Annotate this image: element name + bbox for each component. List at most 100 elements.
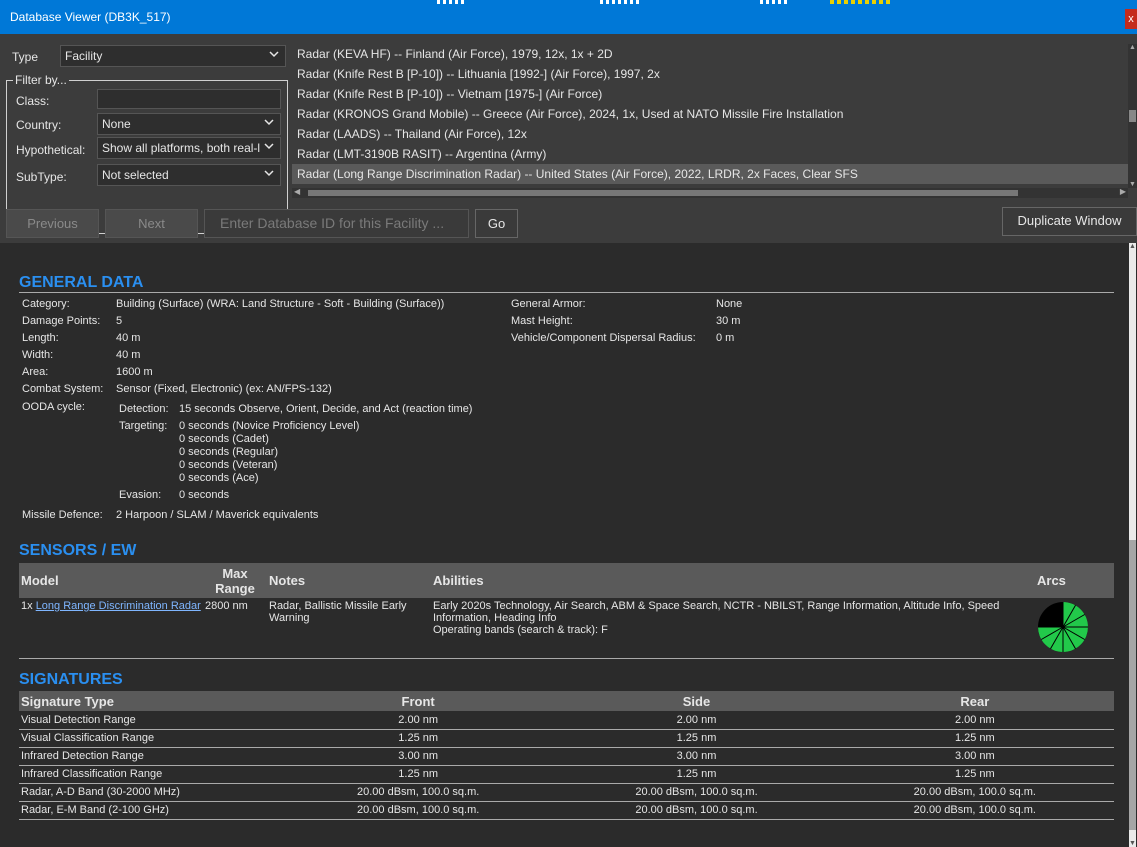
list-vertical-scrollbar[interactable]: ▲ ▼ (1128, 44, 1137, 188)
scrollbar-thumb[interactable] (1129, 110, 1136, 122)
sensors-header-range: Max Range (203, 563, 267, 598)
sensor-model-link[interactable]: Long Range Discrimination Radar (36, 600, 201, 612)
scroll-up-icon[interactable]: ▲ (1128, 243, 1137, 250)
sig-type: Visual Detection Range (19, 711, 279, 730)
previous-button[interactable]: Previous (6, 209, 99, 238)
subtype-label: SubType: (16, 170, 67, 184)
table-row: Visual Classification Range 1.25 nm 1.25… (19, 729, 1114, 748)
sig-rear: 1.25 nm (835, 729, 1114, 748)
sig-header-side: Side (557, 691, 836, 711)
sig-side: 1.25 nm (557, 765, 836, 784)
class-input[interactable] (97, 89, 281, 109)
sensors-header-arcs: Arcs (1035, 563, 1114, 598)
sig-front: 3.00 nm (279, 747, 558, 766)
sig-side: 20.00 dBsm, 100.0 sq.m. (557, 801, 836, 820)
armor-value: None (716, 298, 743, 310)
country-dropdown[interactable]: None (97, 113, 281, 135)
subtype-dropdown[interactable]: Not selected (97, 164, 281, 186)
background-art (437, 0, 467, 4)
signatures-table: Signature Type Front Side Rear Visual De… (19, 691, 1114, 820)
sig-type: Infrared Classification Range (19, 765, 279, 784)
type-value: Facility (65, 49, 103, 63)
list-horizontal-scrollbar[interactable]: ◀ ▶ (292, 187, 1128, 198)
list-item[interactable]: Radar (LMT-3190B RASIT) -- Argentina (Ar… (292, 144, 1128, 164)
sig-rear: 1.25 nm (835, 765, 1114, 784)
table-row: Infrared Detection Range 3.00 nm 3.00 nm… (19, 747, 1114, 766)
table-row: Radar, E-M Band (2-100 GHz) 20.00 dBsm, … (19, 801, 1114, 820)
chevron-down-icon (264, 119, 274, 126)
type-dropdown[interactable]: Facility (60, 45, 286, 67)
duplicate-window-button[interactable]: Duplicate Window (1002, 207, 1137, 236)
sensors-header-notes: Notes (267, 563, 431, 598)
table-row: Infrared Classification Range 1.25 nm 1.… (19, 765, 1114, 784)
evasion-label: Evasion: (119, 489, 162, 501)
sig-rear: 20.00 dBsm, 100.0 sq.m. (835, 801, 1114, 820)
scroll-down-icon[interactable]: ▼ (1128, 840, 1137, 847)
go-button[interactable]: Go (475, 209, 518, 238)
width-label: Width: (22, 349, 54, 361)
scrollbar-thumb[interactable] (308, 190, 1018, 196)
list-item[interactable]: Radar (KEVA HF) -- Finland (Air Force), … (292, 44, 1128, 64)
scrollbar-thumb[interactable] (1129, 540, 1136, 830)
country-label: Country: (16, 118, 62, 132)
list-item[interactable]: Radar (LAADS) -- Thailand (Air Force), 1… (292, 124, 1128, 144)
length-label: Length: (22, 332, 59, 344)
width-value: 40 m (116, 349, 141, 361)
sensors-heading: SENSORS / EW (19, 542, 137, 559)
hypothetical-value: Show all platforms, both real-l (102, 141, 261, 155)
dispersal-value: 0 m (716, 332, 735, 344)
targeting-value: 0 seconds (Ace) (179, 472, 259, 484)
armor-label: General Armor: (511, 298, 586, 310)
targeting-label: Targeting: (119, 420, 168, 432)
sig-type: Radar, A-D Band (30-2000 MHz) (19, 783, 279, 802)
list-item-selected[interactable]: Radar (Long Range Discrimination Radar) … (292, 164, 1128, 184)
window-title: Database Viewer (DB3K_517) (10, 10, 171, 24)
table-row: Radar, A-D Band (30-2000 MHz) 20.00 dBsm… (19, 783, 1114, 802)
missile-defence-label: Missile Defence: (22, 509, 103, 521)
filter-legend: Filter by... (13, 73, 69, 87)
sig-side: 2.00 nm (557, 711, 836, 730)
sig-side: 1.25 nm (557, 729, 836, 748)
chevron-down-icon (264, 170, 274, 177)
sensor-range: 2800 nm (203, 598, 267, 659)
hypothetical-dropdown[interactable]: Show all platforms, both real-l (97, 137, 281, 159)
close-button[interactable]: x (1125, 9, 1137, 29)
details-panel: GENERAL DATA Category: Building (Surface… (0, 243, 1128, 847)
sig-header-rear: Rear (835, 691, 1114, 711)
background-art (830, 0, 890, 4)
scroll-right-icon[interactable]: ▶ (1120, 187, 1126, 196)
targeting-value: 0 seconds (Regular) (179, 446, 279, 458)
sig-rear: 3.00 nm (835, 747, 1114, 766)
database-id-input[interactable]: Enter Database ID for this Facility ... (204, 209, 469, 238)
sig-front: 20.00 dBsm, 100.0 sq.m. (279, 801, 558, 820)
list-item[interactable]: Radar (KRONOS Grand Mobile) -- Greece (A… (292, 104, 1128, 124)
class-label: Class: (16, 94, 50, 108)
sensor-notes: Radar, Ballistic Missile Early Warning (267, 598, 431, 659)
combat-system-value: Sensor (Fixed, Electronic) (ex: AN/FPS-1… (116, 383, 332, 395)
sensors-header-model: Model (19, 563, 203, 598)
targeting-value: 0 seconds (Cadet) (179, 433, 269, 445)
list-item[interactable]: Radar (Knife Rest B [P-10]) -- Lithuania… (292, 64, 1128, 84)
scroll-left-icon[interactable]: ◀ (294, 187, 300, 196)
category-label: Category: (22, 298, 70, 310)
detection-value: 15 seconds Observe, Orient, Decide, and … (179, 403, 473, 415)
sig-front: 1.25 nm (279, 729, 558, 748)
scroll-down-icon[interactable]: ▼ (1128, 181, 1137, 188)
sensor-abilities: Early 2020s Technology, Air Search, ABM … (433, 600, 1000, 624)
sig-header-front: Front (279, 691, 558, 711)
scroll-up-icon[interactable]: ▲ (1128, 44, 1137, 51)
sig-front: 2.00 nm (279, 711, 558, 730)
table-row: Visual Detection Range 2.00 nm 2.00 nm 2… (19, 711, 1114, 730)
sig-rear: 20.00 dBsm, 100.0 sq.m. (835, 783, 1114, 802)
missile-defence-value: 2 Harpoon / SLAM / Maverick equivalents (116, 509, 319, 521)
category-value: Building (Surface) (WRA: Land Structure … (116, 298, 445, 310)
details-scrollbar[interactable]: ▲ ▼ (1128, 243, 1137, 847)
list-item[interactable]: Radar (Knife Rest B [P-10]) -- Vietnam [… (292, 84, 1128, 104)
sensor-arcs-cell (1035, 598, 1114, 659)
mast-height-label: Mast Height: (511, 315, 573, 327)
sig-type: Radar, E-M Band (2-100 GHz) (19, 801, 279, 820)
next-button[interactable]: Next (105, 209, 198, 238)
evasion-value: 0 seconds (179, 489, 230, 501)
area-value: 1600 m (116, 366, 153, 378)
targeting-value: 0 seconds (Novice Proficiency Level) (179, 420, 360, 432)
